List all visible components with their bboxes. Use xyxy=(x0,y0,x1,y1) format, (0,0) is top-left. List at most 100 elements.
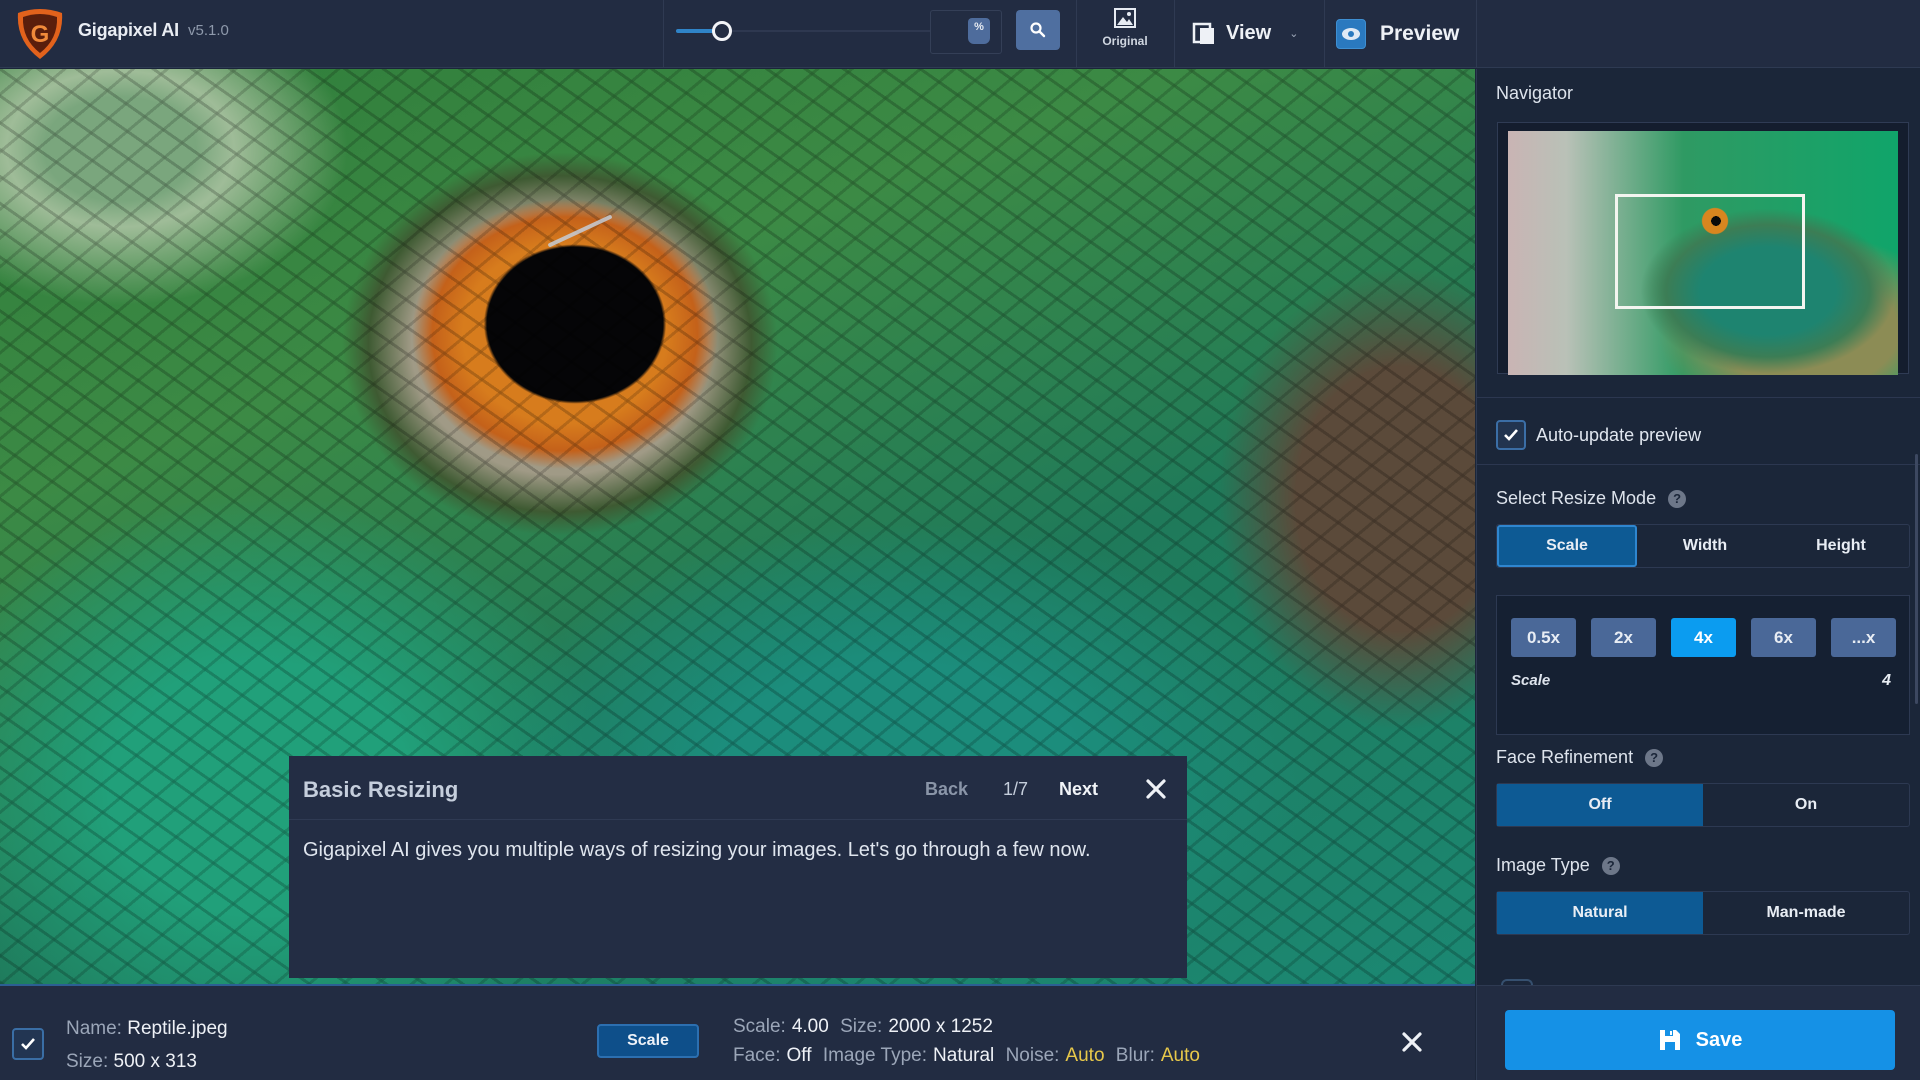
tour-step-counter: 1/7 xyxy=(1003,779,1029,799)
close-icon[interactable] xyxy=(1141,774,1171,804)
tour-header: Basic Resizing Back 1/7 Next xyxy=(289,756,1187,820)
scale-preset-2x[interactable]: 2x xyxy=(1591,618,1656,657)
zoom-percent-field[interactable] xyxy=(930,10,1002,54)
navigator[interactable] xyxy=(1497,122,1909,375)
view-dropdown[interactable]: View ⌄ xyxy=(1192,12,1298,54)
resize-mode-label-text: Select Resize Mode xyxy=(1496,488,1657,508)
scale-value: 4.00 xyxy=(791,1016,829,1037)
app-title: Gigapixel AI xyxy=(78,20,179,40)
face-refinement-toggle: Off On xyxy=(1496,783,1910,827)
face-refinement-label: Face Refinement ? xyxy=(1496,747,1664,768)
tour-title: Basic Resizing xyxy=(303,777,459,802)
image-type-toggle: Natural Man-made xyxy=(1496,891,1910,935)
face-refinement-on[interactable]: On xyxy=(1703,784,1909,826)
eye-icon xyxy=(1336,19,1366,49)
face-refinement-off[interactable]: Off xyxy=(1497,784,1703,826)
toolbar-divider xyxy=(1324,0,1325,68)
checkmark-icon xyxy=(21,1038,35,1050)
svg-text:G: G xyxy=(31,21,50,48)
remove-image-icon[interactable] xyxy=(1398,1028,1426,1056)
save-area: Save xyxy=(1477,985,1920,1080)
resize-mode-label: Select Resize Mode ? xyxy=(1496,488,1687,509)
view-label: View xyxy=(1226,21,1272,44)
size-label: Size: xyxy=(66,1051,109,1072)
image-type-man-made[interactable]: Man-made xyxy=(1703,892,1909,934)
tour-body-text: Gigapixel AI gives you multiple ways of … xyxy=(303,839,1091,861)
output-size-label: Size: xyxy=(840,1016,883,1037)
blur-value: Auto xyxy=(1160,1045,1200,1066)
split-view-icon xyxy=(1192,22,1214,44)
image-type-label-text: Image Type xyxy=(1496,855,1590,875)
tour-next-button[interactable]: Next xyxy=(1059,779,1098,800)
noise-label: Noise: xyxy=(1005,1045,1060,1066)
settings-panel: Navigator Auto-update preview Select Res… xyxy=(1476,69,1920,1080)
resize-mode-width[interactable]: Width xyxy=(1637,525,1773,567)
navigator-label: Navigator xyxy=(1496,83,1574,103)
tour-popup: Basic Resizing Back 1/7 Next Gigapixel A… xyxy=(289,756,1187,978)
panel-divider xyxy=(1477,464,1920,465)
image-icon xyxy=(1114,8,1136,28)
toolbar-divider xyxy=(1476,0,1477,68)
scale-presets: 0.5x 2x 4x 6x ...x xyxy=(1511,618,1896,657)
checkmark-icon xyxy=(1504,429,1518,441)
tour-back-button[interactable]: Back xyxy=(925,779,968,800)
face-refinement-label-text: Face Refinement xyxy=(1496,747,1634,767)
resize-mode-height[interactable]: Height xyxy=(1773,525,1909,567)
scale-preset-4x[interactable]: 4x xyxy=(1671,618,1736,657)
blur-label: Blur: xyxy=(1115,1045,1155,1066)
image-type-label: Image Type ? xyxy=(1496,855,1620,876)
scale-preset-0-5x[interactable]: 0.5x xyxy=(1511,618,1576,657)
image-select-checkbox[interactable] xyxy=(12,1028,44,1060)
save-label: Save xyxy=(1695,1028,1743,1051)
output-size-value: 2000 x 1252 xyxy=(888,1016,993,1037)
scale-field-label: Scale xyxy=(1511,672,1551,689)
scale-preset-custom[interactable]: ...x xyxy=(1831,618,1896,657)
original-button[interactable]: Original xyxy=(1090,6,1160,62)
auto-update-preview-checkbox[interactable]: Auto-update preview xyxy=(1496,420,1701,450)
navigator-viewport-box[interactable] xyxy=(1615,194,1805,309)
magnifier-icon xyxy=(1030,22,1046,38)
resize-mode-selector: Scale Width Height xyxy=(1496,524,1910,568)
checkbox[interactable] xyxy=(1496,420,1526,450)
scale-field-value[interactable]: 4 xyxy=(1882,672,1891,690)
noise-value: Auto xyxy=(1065,1045,1105,1066)
image-type-value: Natural xyxy=(933,1045,995,1066)
preview-toggle[interactable]: Preview xyxy=(1336,14,1459,54)
input-file-name: Name: Reptile.jpeg xyxy=(66,1018,228,1040)
resize-mode-scale[interactable]: Scale xyxy=(1497,525,1637,567)
zoom-slider-fill xyxy=(676,29,714,33)
preview-label: Preview xyxy=(1380,22,1460,45)
face-label: Face: xyxy=(733,1045,781,1066)
navigator-thumbnail[interactable] xyxy=(1508,131,1898,375)
toolbar-divider xyxy=(1076,0,1077,68)
face-value: Off xyxy=(786,1045,812,1066)
name-label: Name: xyxy=(66,1018,122,1039)
toolbar-divider xyxy=(1174,0,1175,68)
floppy-disk-icon xyxy=(1659,1030,1680,1050)
image-info-bar: Name: Reptile.jpeg Size: 500 x 313 Scale… xyxy=(0,984,1475,1080)
zoom-slider[interactable] xyxy=(676,18,936,44)
toolbar-divider xyxy=(663,0,664,68)
panel-scrollbar[interactable] xyxy=(1915,454,1918,704)
original-label: Original xyxy=(1102,34,1148,48)
top-toolbar: G Gigapixel AI v5.1.0 % Original View ⌄ xyxy=(0,0,1920,68)
output-summary-line2: Face: Off Image Type: Natural Noise: Auto B… xyxy=(733,1045,1206,1067)
name-value: Reptile.jpeg xyxy=(127,1018,228,1039)
help-icon[interactable]: ? xyxy=(1601,856,1620,875)
help-icon[interactable]: ? xyxy=(1668,489,1687,508)
zoom-slider-thumb[interactable] xyxy=(712,21,732,41)
auto-update-label: Auto-update preview xyxy=(1536,424,1702,445)
resize-mode-badge[interactable]: Scale xyxy=(597,1024,699,1058)
panel-divider xyxy=(1477,397,1920,398)
gigapixel-logo-icon: G xyxy=(17,9,63,59)
zoom-percent-icon[interactable]: % xyxy=(968,18,990,44)
zoom-tool-button[interactable] xyxy=(1016,10,1060,50)
save-button[interactable]: Save xyxy=(1505,1010,1895,1070)
help-icon[interactable]: ? xyxy=(1645,748,1664,767)
output-summary-line1: Scale: 4.00 Size: 2000 x 1252 xyxy=(733,1016,999,1038)
image-type-natural[interactable]: Natural xyxy=(1497,892,1703,934)
scale-preset-6x[interactable]: 6x xyxy=(1751,618,1816,657)
scale-label: Scale: xyxy=(733,1016,786,1037)
chevron-down-icon: ⌄ xyxy=(1289,27,1299,40)
size-value: 500 x 313 xyxy=(113,1051,197,1072)
